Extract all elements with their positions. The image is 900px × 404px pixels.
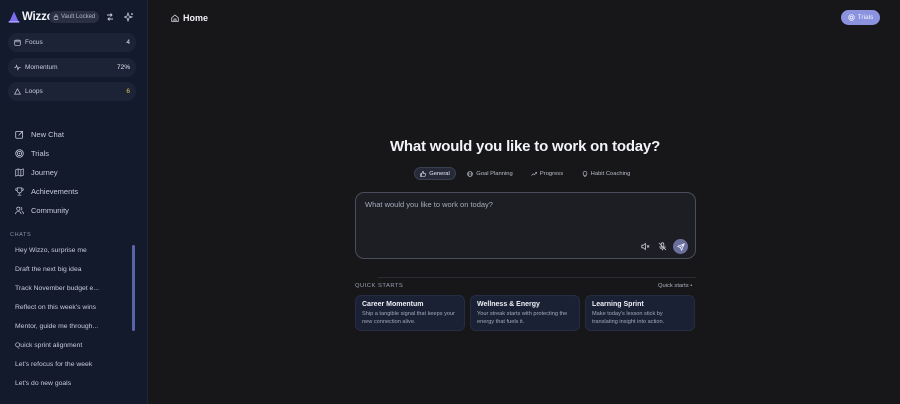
stat-value: 6 <box>126 88 130 95</box>
chat-item[interactable]: Reflect on this week's wins <box>15 304 125 314</box>
page-title-text: Home <box>183 13 209 23</box>
quick-start-card[interactable]: Learning Sprint Make today's lesson stic… <box>585 295 695 331</box>
tab-label: General <box>429 170 450 177</box>
target-icon <box>15 148 24 158</box>
stat-focus[interactable]: Focus 4 <box>8 33 136 52</box>
card-title: Learning Sprint <box>592 301 644 308</box>
tab-label: Progress <box>539 170 564 177</box>
tab-habit-coaching[interactable]: Habit Coaching <box>576 167 636 180</box>
stat-momentum[interactable]: Momentum 72% <box>8 58 136 77</box>
nav-label: Trials <box>31 148 50 158</box>
chats-scrollbar[interactable] <box>132 245 135 331</box>
tab-label: Goal Planning <box>476 170 513 177</box>
stat-value: 4 <box>126 39 130 46</box>
nav-journey[interactable]: Journey <box>15 166 58 178</box>
tab-progress[interactable]: Progress <box>525 167 569 180</box>
chat-item[interactable]: Track November budget e... <box>15 285 125 295</box>
stat-loops[interactable]: Loops 6 <box>8 82 136 101</box>
chat-item[interactable]: Let's do new goals <box>15 380 125 390</box>
mic-off-icon[interactable] <box>658 242 667 251</box>
nav-achievements[interactable]: Achievements <box>15 185 78 197</box>
nav-label: New Chat <box>31 129 64 139</box>
chat-item[interactable]: Mentor, guide me through... <box>15 323 125 333</box>
send-button[interactable] <box>673 239 688 254</box>
sparkle-icon[interactable] <box>124 12 134 22</box>
sidebar: Wizzo Vault Locked Focus 4 Momentum 72% … <box>0 0 148 404</box>
wizard-hat-icon <box>8 11 20 23</box>
stat-label: Loops <box>25 88 43 95</box>
tab-goal-planning[interactable]: Goal Planning <box>462 167 518 180</box>
home-icon <box>171 14 179 22</box>
mute-icon[interactable] <box>641 242 650 251</box>
hero-title: What would you like to work on today? <box>389 138 661 155</box>
stat-value: 72% <box>116 64 130 71</box>
tab-label: Habit Coaching <box>590 170 631 177</box>
trials-button[interactable]: Trials <box>841 10 880 25</box>
quick-starts-heading: QUICK STARTS <box>355 283 404 289</box>
tab-general[interactable]: General <box>414 167 456 180</box>
trophy-icon <box>15 187 24 195</box>
trials-button-label: Trials <box>857 14 874 21</box>
chats-heading: CHATS <box>10 232 32 238</box>
stat-label: Focus <box>25 39 43 46</box>
card-description: Your streak starts with protecting the e… <box>477 311 568 325</box>
calendar-icon <box>14 39 21 46</box>
map-icon <box>15 167 24 177</box>
chat-item[interactable]: Draft the next big idea <box>15 266 125 276</box>
card-title: Career Momentum <box>362 301 424 308</box>
divider <box>378 277 696 278</box>
target-icon <box>848 14 855 21</box>
users-icon <box>15 206 24 214</box>
quick-start-card[interactable]: Career Momentum Ship a tangible signal t… <box>355 295 465 331</box>
swap-icon[interactable] <box>105 12 115 22</box>
stat-label: Momentum <box>25 64 58 71</box>
vault-badge-label: Vault Locked <box>61 14 96 20</box>
trend-icon <box>531 171 537 176</box>
prompt-box <box>355 192 696 259</box>
chat-item[interactable]: Let's refocus for the week <box>15 361 125 371</box>
nav-community[interactable]: Community <box>15 204 69 216</box>
page-title: Home <box>171 12 208 24</box>
edit-icon <box>15 130 24 139</box>
nav-label: Achievements <box>31 186 79 196</box>
quick-start-card[interactable]: Wellness & Energy Your streak starts wit… <box>470 295 580 331</box>
quick-starts-link[interactable]: Quick starts • <box>658 283 692 289</box>
card-description: Make today's lesson stick by translating… <box>592 311 665 325</box>
chat-item[interactable]: Hey Wizzo, surprise me <box>15 247 125 257</box>
globe-icon <box>467 170 474 177</box>
nav-new-chat[interactable]: New Chat <box>15 128 64 140</box>
triangle-icon <box>14 88 21 95</box>
prompt-input[interactable] <box>365 200 685 209</box>
card-title: Wellness & Energy <box>477 301 540 308</box>
vault-status-badge[interactable]: Vault Locked <box>49 11 100 23</box>
card-description: Ship a tangible signal that keeps your n… <box>362 311 455 325</box>
send-icon <box>676 242 685 251</box>
nav-label: Community <box>31 205 69 215</box>
brand[interactable]: Wizzo <box>8 9 54 25</box>
thumb-icon <box>420 170 427 177</box>
lock-icon <box>53 14 59 20</box>
nav-label: Journey <box>31 167 58 177</box>
bulb-icon <box>582 170 587 177</box>
chat-item[interactable]: Quick sprint alignment <box>15 342 125 352</box>
nav-trials[interactable]: Trials <box>15 147 49 159</box>
pulse-icon <box>14 64 21 71</box>
